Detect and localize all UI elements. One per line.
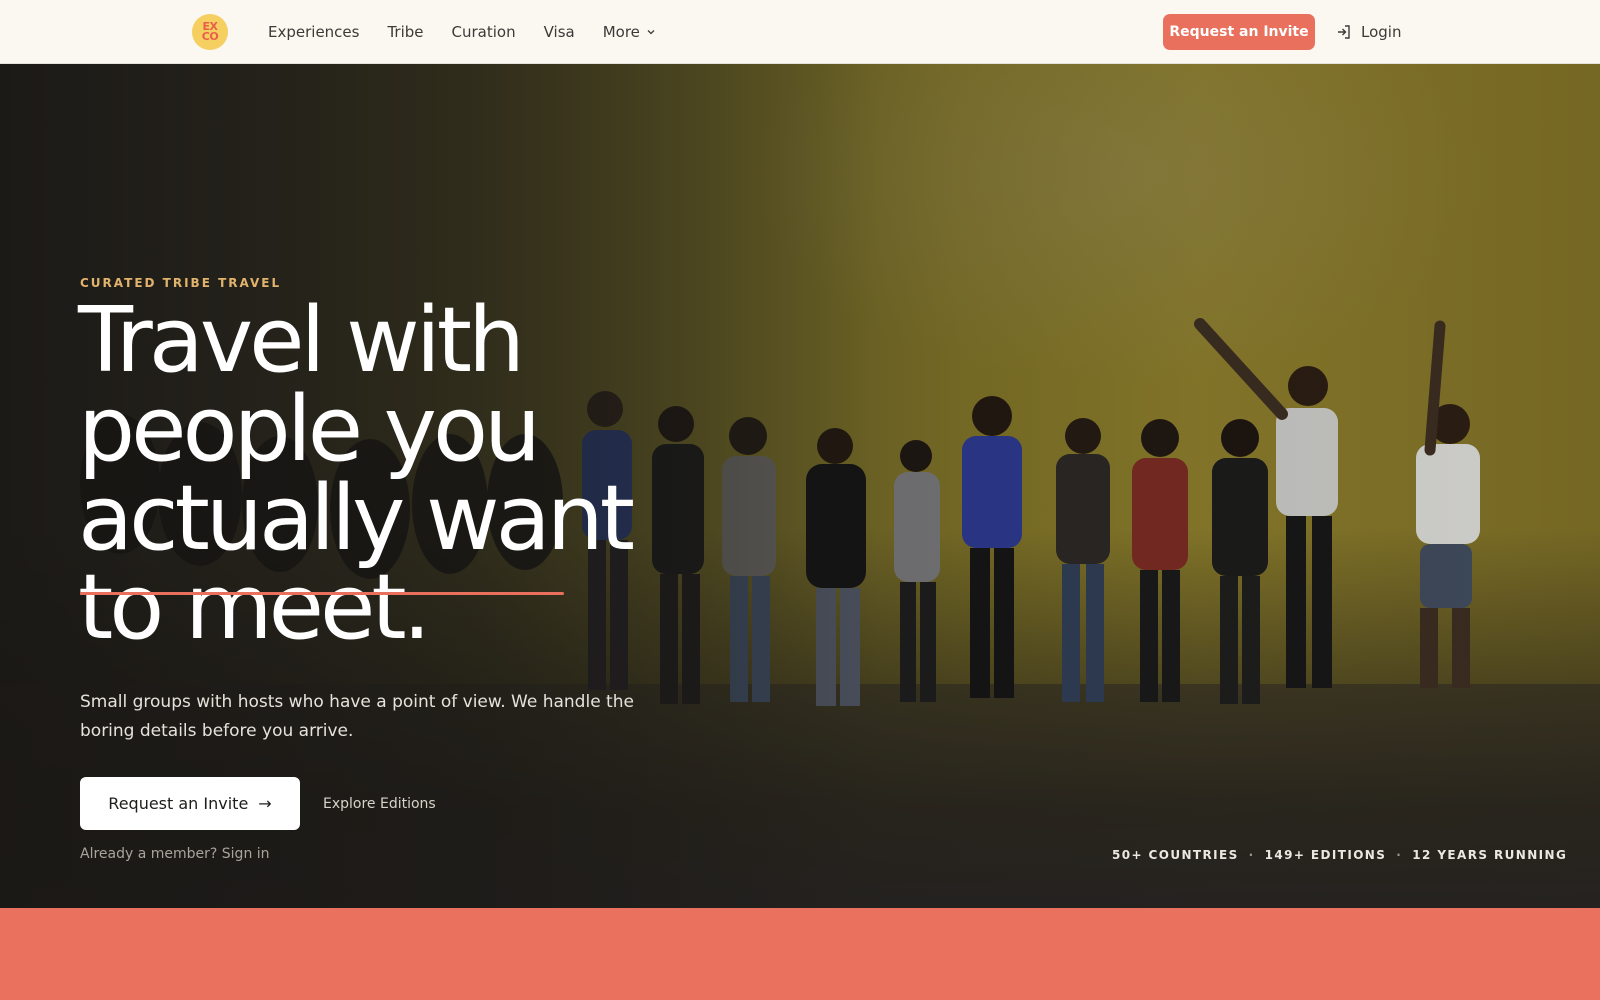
nav-link-experiences[interactable]: Experiences [268,23,359,41]
stat-editions: 149+ EDITIONS [1264,848,1387,862]
hero-subtitle: Small groups with hosts who have a point… [80,692,634,741]
sign-in-icon [1338,25,1350,39]
login-label: Login [1361,23,1402,41]
stat-separator: · [1248,848,1255,862]
sign-in-link[interactable]: Already a member? Sign in [80,846,270,862]
headline-line-3: actually want [78,466,635,571]
arrow-right-icon: → [258,794,272,813]
headline-line-1: Travel with [78,288,525,393]
hero-request-invite-button[interactable]: Request an Invite → [80,777,300,830]
top-nav: EX CO Experiences Tribe Curation Visa Mo… [0,0,1600,64]
request-invite-button[interactable]: Request an Invite [1163,14,1315,50]
brand-logo[interactable]: EX CO [192,14,228,50]
coral-band [0,908,1600,1000]
nav-link-curation[interactable]: Curation [452,23,516,41]
chevron-down-icon [647,30,655,35]
nav-link-more[interactable]: More [603,23,656,41]
primary-nav: Experiences Tribe Curation Visa More [268,0,656,64]
hero-headline: Travel with people you actually want to … [78,288,778,660]
explore-editions-link[interactable]: Explore Editions [323,777,436,830]
logo-text-bottom: CO [201,30,219,43]
headline-underline [80,592,564,595]
headline-line-2: people you [78,377,541,482]
nav-link-tribe[interactable]: Tribe [387,23,423,41]
login-link[interactable]: Login [1336,14,1401,50]
stat-years: 12 YEARS RUNNING [1412,848,1568,862]
stat-countries: 50+ COUNTRIES [1112,848,1239,862]
nav-link-visa[interactable]: Visa [544,23,575,41]
headline-line-4: to meet. [78,555,431,660]
hero-stats: 50+ COUNTRIES · 149+ EDITIONS · 12 YEARS… [1112,848,1567,862]
hero-request-invite-label: Request an Invite [108,794,249,813]
nav-link-more-label: More [602,23,640,41]
hero-section: CURATED TRIBE TRAVEL Travel with people … [0,64,1600,908]
stat-separator: · [1396,848,1403,862]
